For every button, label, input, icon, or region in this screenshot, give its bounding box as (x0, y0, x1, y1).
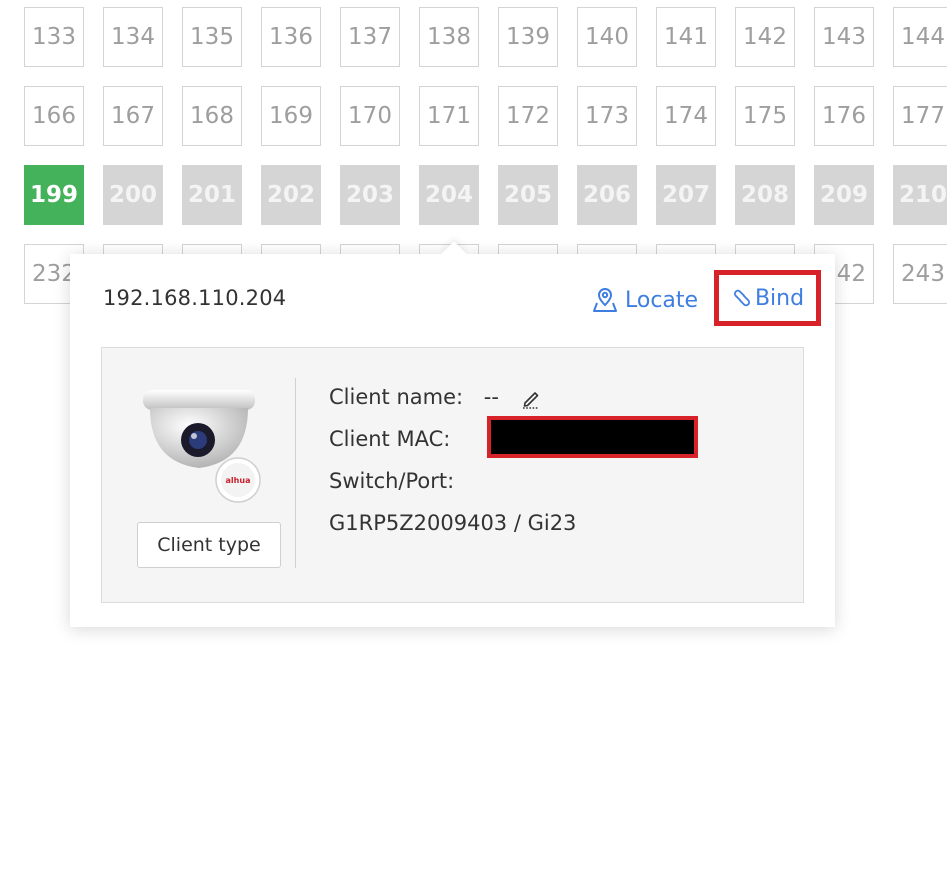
edit-icon[interactable] (520, 387, 542, 409)
client-mac-line: Client MAC: (329, 416, 698, 458)
ip-cell[interactable]: 204 (419, 165, 479, 225)
ip-cell[interactable]: 168 (182, 86, 242, 146)
ip-cell[interactable]: 202 (261, 165, 321, 225)
ip-cell[interactable]: 175 (735, 86, 795, 146)
ip-pool-view: 133 134 135 136 137 138 139 140 141 142 143 144 166… (0, 0, 947, 873)
ip-cell[interactable]: 133 (24, 7, 84, 67)
ip-cell[interactable]: 200 (103, 165, 163, 225)
ip-cell[interactable]: 206 (577, 165, 637, 225)
ip-cell[interactable]: 172 (498, 86, 558, 146)
ip-cell[interactable]: 208 (735, 165, 795, 225)
ip-cell[interactable]: 243 (893, 244, 947, 304)
svg-text:alhua: alhua (226, 476, 251, 485)
ip-cell[interactable]: 169 (261, 86, 321, 146)
dome-camera-icon: alhua (143, 390, 261, 503)
ip-cell[interactable]: 171 (419, 86, 479, 146)
ip-cell[interactable]: 136 (261, 7, 321, 67)
ip-cell[interactable]: 166 (24, 86, 84, 146)
ip-cell[interactable]: 209 (814, 165, 874, 225)
ip-cell[interactable]: 135 (182, 7, 242, 67)
ip-cell[interactable]: 138 (419, 7, 479, 67)
bind-link[interactable]: Bind (714, 270, 821, 326)
ip-cell[interactable]: 142 (735, 7, 795, 67)
switch-port-value: G1RP5Z2009403 / Gi23 (329, 511, 577, 535)
ip-cell[interactable]: 177 (893, 86, 947, 146)
ip-cell[interactable]: 134 (103, 7, 163, 67)
client-mac-redacted (487, 416, 698, 458)
ip-cell[interactable]: 139 (498, 7, 558, 67)
locate-link[interactable]: Locate (591, 284, 698, 316)
locate-icon (593, 287, 617, 312)
ip-cell[interactable]: 144 (893, 7, 947, 67)
popover-ip-address: 192.168.110.204 (103, 286, 287, 310)
client-mac-label: Client MAC: (329, 427, 451, 451)
locate-label: Locate (625, 287, 699, 313)
client-detail-popover: 192.168.110.204 Locate Bind alhua Client… (70, 241, 835, 627)
ip-cell[interactable]: 141 (656, 7, 716, 67)
vertical-divider (295, 378, 296, 568)
ip-cell[interactable]: 199 (24, 165, 84, 225)
client-name-line: Client name: -- (329, 382, 542, 412)
ip-cell[interactable]: 143 (814, 7, 874, 67)
ip-cell[interactable]: 176 (814, 86, 874, 146)
ip-cell[interactable]: 205 (498, 165, 558, 225)
ip-cell[interactable]: 137 (340, 7, 400, 67)
switch-port-line: Switch/Port: (329, 466, 454, 496)
ip-cell[interactable]: 173 (577, 86, 637, 146)
ip-cell[interactable]: 210 (893, 165, 947, 225)
switch-port-value-line: G1RP5Z2009403 / Gi23 (329, 508, 576, 538)
ip-cell[interactable]: 203 (340, 165, 400, 225)
ip-cell[interactable]: 167 (103, 86, 163, 146)
link-icon (733, 289, 750, 307)
client-info-panel: alhua Client type Client name: -- Client… (101, 347, 804, 603)
ip-cell[interactable]: 201 (182, 165, 242, 225)
ip-cell[interactable]: 207 (656, 165, 716, 225)
bind-label: Bind (754, 285, 805, 311)
client-name-label: Client name: (329, 385, 464, 409)
client-type-button[interactable]: Client type (137, 522, 281, 568)
ip-cell[interactable]: 174 (656, 86, 716, 146)
ip-cell[interactable]: 170 (340, 86, 400, 146)
ip-cell[interactable]: 140 (577, 7, 637, 67)
switch-port-label: Switch/Port: (329, 469, 455, 493)
client-name-value: -- (483, 385, 499, 409)
